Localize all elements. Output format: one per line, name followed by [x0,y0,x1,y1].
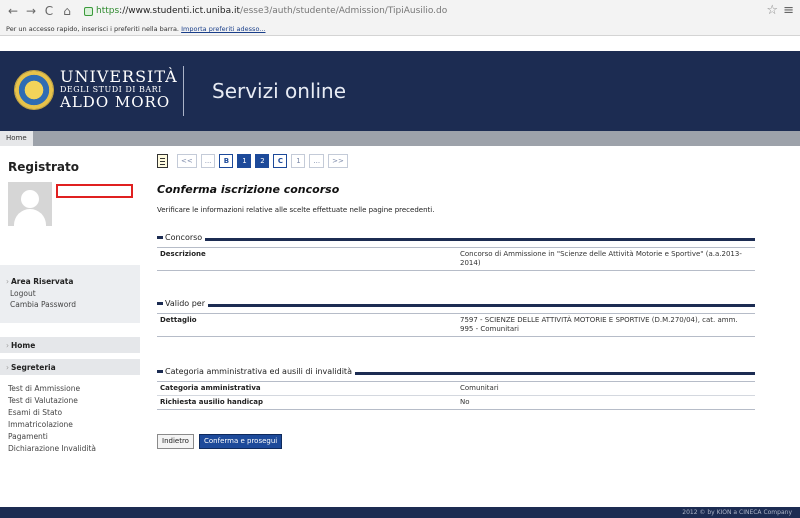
sidebar-item-segreteria[interactable]: › Segreteria [0,359,140,375]
pager-step-c[interactable]: C [273,154,288,168]
section-heading: Valido per [157,299,755,309]
back-arrow-icon[interactable]: ← [6,4,20,18]
row-value: Comunitari [460,384,499,392]
row-label: Dettaglio [160,316,197,324]
user-menu-box: › Area Riservata Logout Cambia Password [0,265,140,323]
bookmark-star-icon[interactable]: ☆ [766,3,778,18]
sidebar-item-area-riservata[interactable]: › Area Riservata [6,277,73,286]
sidebar-link-immatricolazione[interactable]: Immatricolazione [8,420,73,429]
back-button[interactable]: Indietro [157,434,194,449]
sidebar-link-test-ammissione[interactable]: Test di Ammissione [8,384,80,393]
pager-ellipsis-right: ... [309,154,325,168]
avatar-head-shape [21,190,39,208]
header-divider [183,66,184,116]
section-heading-label: Concorso [157,233,206,242]
table-row: Dettaglio 7597 - SCIENZE DELLE ATTIVITÀ … [157,314,755,336]
section-heading: Categoria amministrativa ed ausili di in… [157,367,755,377]
bookmarks-hint: Per un accesso rapido, inserisci i prefe… [6,25,180,33]
reload-icon[interactable]: C [42,4,56,18]
document-icon [157,154,168,168]
intro-text: Verificare le informazioni relative alle… [157,206,435,214]
sidebar-link-test-valutazione[interactable]: Test di Valutazione [8,396,78,405]
breadcrumb: Home [0,131,800,146]
sidebar-link-esami-stato[interactable]: Esami di Stato [8,408,62,417]
sidebar-link-pagamenti[interactable]: Pagamenti [8,432,48,441]
section-heading-label: Categoria amministrativa ed ausili di in… [157,367,355,376]
table-row: Descrizione Concorso di Ammissione in "S… [157,248,755,270]
university-name-line1: UNIVERSITÀ [60,67,178,86]
university-name-line3: ALDO MORO [60,93,171,111]
redacted-username-box [56,184,133,198]
forward-arrow-icon[interactable]: → [24,4,38,18]
pager-last[interactable]: >> [328,154,348,168]
info-table: Categoria amministrativa Comunitari Rich… [157,381,755,410]
url-host: ://www.studenti.ict.uniba.it [119,6,241,16]
pager-first[interactable]: << [177,154,197,168]
services-title: Servizi online [212,79,347,103]
pager-step-1[interactable]: 1 [237,154,252,168]
confirm-button[interactable]: Conferma e prosegui [199,434,283,449]
bookmarks-bar: Per un accesso rapido, inserisci i prefe… [0,22,800,36]
sidebar-title: Registrato [8,160,79,174]
avatar-body-shape [14,209,46,226]
breadcrumb-home[interactable]: Home [0,131,33,146]
row-value: Concorso di Ammissione in "Scienze delle… [460,250,742,267]
url-path: /esse3/auth/studente/Admission/TipiAusil… [240,6,448,16]
import-bookmarks-link[interactable]: Importa preferiti adesso... [181,25,265,33]
step-pager: << ... B 1 2 C 1 ... >> [157,154,352,168]
change-password-link[interactable]: Cambia Password [10,300,76,309]
page-footer: 2012 © by KION a CINECA Company [0,507,800,518]
section-valido-per: Valido per Dettaglio 7597 - SCIENZE DELL… [157,299,755,337]
table-row: Categoria amministrativa Comunitari [157,382,755,396]
menu-icon[interactable]: ≡ [783,3,794,18]
info-table: Descrizione Concorso di Ammissione in "S… [157,247,755,271]
sidebar-item-home[interactable]: › Home [0,337,140,353]
logout-link[interactable]: Logout [10,289,36,298]
avatar [8,182,52,226]
sidebar: Registrato › Area Riservata Logout Cambia… [0,146,140,491]
pager-ellipsis-left: ... [200,154,216,168]
chevron-right-icon: › [6,363,9,372]
browser-toolbar: ← → C ⌂ https://www.studenti.ict.uniba.i… [0,0,800,22]
section-categoria: Categoria amministrativa ed ausili di in… [157,367,755,410]
university-seal-icon [14,70,54,110]
lock-icon [84,6,93,16]
row-label: Categoria amministrativa [160,384,261,392]
section-concorso: Concorso Descrizione Concorso di Ammissi… [157,233,755,271]
site-header: UNIVERSITÀ DEGLI STUDI DI BARI ALDO MORO… [0,51,800,131]
chevron-right-icon: › [6,277,9,286]
chevron-right-icon: › [6,341,9,350]
row-value: No [460,398,470,406]
section-heading-label: Valido per [157,299,209,308]
pager-step-b[interactable]: B [219,154,234,168]
info-table: Dettaglio 7597 - SCIENZE DELLE ATTIVITÀ … [157,313,755,337]
pager-step-2[interactable]: 2 [255,154,270,168]
sidebar-segreteria-label: › Segreteria [6,363,56,372]
row-value: 7597 - SCIENZE DELLE ATTIVITÀ MOTORIE E … [460,316,738,333]
university-logo[interactable]: UNIVERSITÀ DEGLI STUDI DI BARI ALDO MORO [60,69,178,110]
page-title: Conferma iscrizione concorso [157,183,340,196]
url-scheme: https [96,6,120,16]
table-row: Richiesta ausilio handicap No [157,396,755,409]
footer-copyright: 2012 © by KION a CINECA Company [682,509,792,516]
row-label: Richiesta ausilio handicap [160,398,264,406]
section-heading: Concorso [157,233,755,243]
sidebar-home-label: › Home [6,341,36,350]
pager-step-1-next[interactable]: 1 [291,154,306,168]
row-label: Descrizione [160,250,206,258]
home-icon[interactable]: ⌂ [60,4,74,18]
sidebar-link-dichiarazione-invalidita[interactable]: Dichiarazione Invalidità [8,444,96,453]
address-bar[interactable]: https://www.studenti.ict.uniba.it/esse3/… [84,6,447,16]
